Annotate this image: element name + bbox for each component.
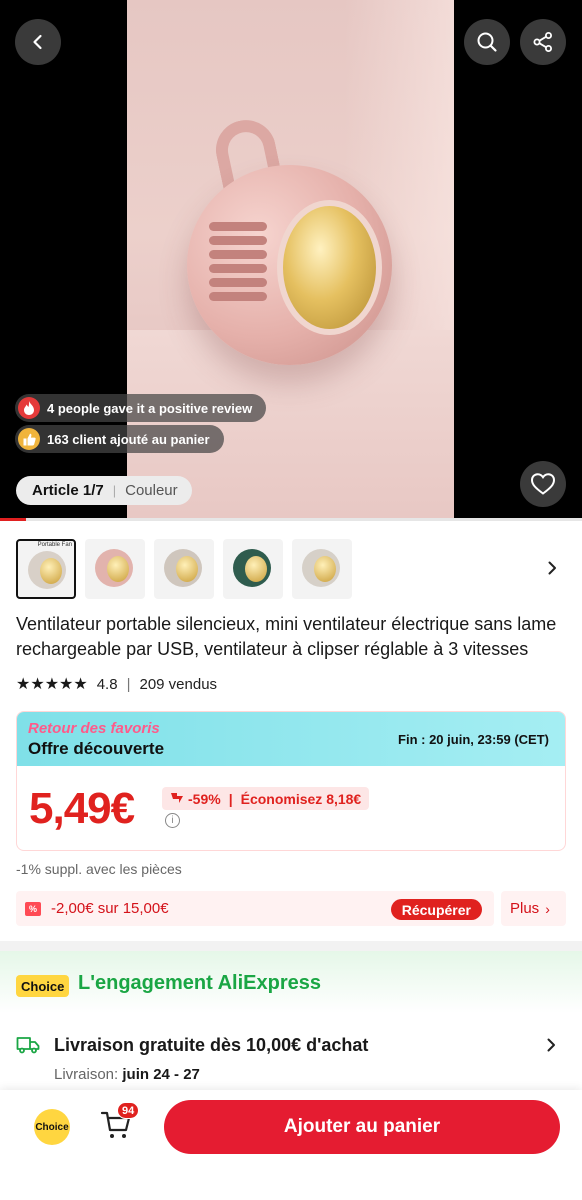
rating-value: 4.8 [96,675,118,693]
thumbnail-caption: Portable Fan [37,542,72,548]
back-button[interactable] [15,19,61,65]
promo-header: Retour des favoris Offre découverte Fin … [17,712,565,766]
product-gallery[interactable]: 4 people gave it a positive review 163 c… [0,0,582,518]
wishlist-button[interactable] [520,461,566,507]
sold-count: 209 vendus [139,675,218,693]
cart-count-badge: 94 [117,1102,140,1119]
product-title: Ventilateur portable silencieux, mini ve… [16,614,557,659]
search-button[interactable] [464,19,510,65]
discount-arrow-icon [170,791,184,807]
variant-thumbnails[interactable]: Portable Fan [16,539,361,601]
cart-social-proof: 163 client ajouté au panier [15,425,224,453]
cart-social-proof-text: 163 client ajouté au panier [47,431,210,447]
thumbnail-fan-disc [314,556,336,582]
rating-separator: | [126,675,131,693]
review-social-proof: 4 people gave it a positive review [15,394,267,422]
coupon-text: -2,00€ sur 15,00€ [51,900,169,917]
discount-separator: | [228,790,233,807]
star-rating-icon: ★★★★★ [16,676,88,693]
savings-text: Économisez 8,18€ [240,790,362,807]
thumbnail-fan-disc [176,556,198,582]
review-social-proof-text: 4 people gave it a positive review [47,400,253,416]
variant-thumbnail[interactable]: Portable Fan [16,539,76,599]
choice-commitment-title[interactable]: L'engagement AliExpress [78,972,321,995]
thumbnail-fan-disc [107,556,129,582]
delivery-date: Livraison: juin 24 - 27 [54,1066,200,1083]
variant-thumbnail[interactable] [154,539,214,599]
promo-offer-label: Offre découverte [28,739,165,758]
thumbnail-fan-disc [245,556,267,582]
search-icon [477,32,497,52]
discount-badge: -59% | Économisez 8,18€ [162,787,370,810]
truck-icon [16,1035,40,1060]
tab-separator: | [112,483,117,498]
shipping-title[interactable]: Livraison gratuite dès 10,00€ d'achat [54,1035,368,1056]
fan-gold-disc [277,200,382,335]
discount-percent: -59% [188,790,221,807]
chevron-left-icon [33,34,42,50]
variant-thumbnail[interactable] [85,539,145,599]
chevron-right-icon[interactable] [546,560,558,581]
fan-vents [209,222,267,304]
rating-row[interactable]: ★★★★★ 4.8 | 209 vendus [16,674,217,694]
thumbs-up-icon [18,428,40,450]
fire-icon [18,397,40,419]
promo-end-time: Fin : 20 juin, 23:59 (CET) [398,732,549,747]
section-divider [0,941,582,951]
share-icon [533,32,552,52]
choice-button[interactable]: Choice [34,1109,70,1145]
chevron-right-icon[interactable] [545,1037,557,1058]
share-button[interactable] [520,19,566,65]
gallery-progress [0,518,582,521]
coupon-row[interactable]: % -2,00€ sur 15,00€ Récupérer [16,891,494,926]
tab-couleur[interactable]: Couleur [125,482,178,499]
more-coupons-label: Plus [510,900,540,917]
heart-icon [530,473,556,495]
info-icon[interactable]: i [165,813,180,828]
coins-note: -1% suppl. avec les pièces [16,861,182,877]
claim-coupon-button[interactable]: Récupérer [390,899,482,920]
delivery-date-value: juin 24 - 27 [122,1066,200,1083]
more-coupons-button[interactable]: Plus › [501,891,566,926]
promo-card: Retour des favoris Offre découverte Fin … [16,711,566,851]
choice-badge: Choice [16,975,70,997]
variant-thumbnail[interactable] [223,539,283,599]
promo-retour-label: Retour des favoris [28,720,160,737]
price: 5,49€ [29,784,135,833]
variant-thumbnail[interactable] [292,539,352,599]
coupon-icon: % [25,901,41,916]
chevron-right-icon: › [545,900,550,917]
gallery-tabs[interactable]: Article 1/7 | Couleur [16,476,192,505]
add-to-cart-button[interactable]: Ajouter au panier [164,1100,560,1154]
thumbnail-fan-disc [40,558,62,584]
delivery-date-label: Livraison: [54,1066,119,1083]
gallery-progress-fill [0,518,27,521]
tab-article[interactable]: Article 1/7 [32,482,104,499]
